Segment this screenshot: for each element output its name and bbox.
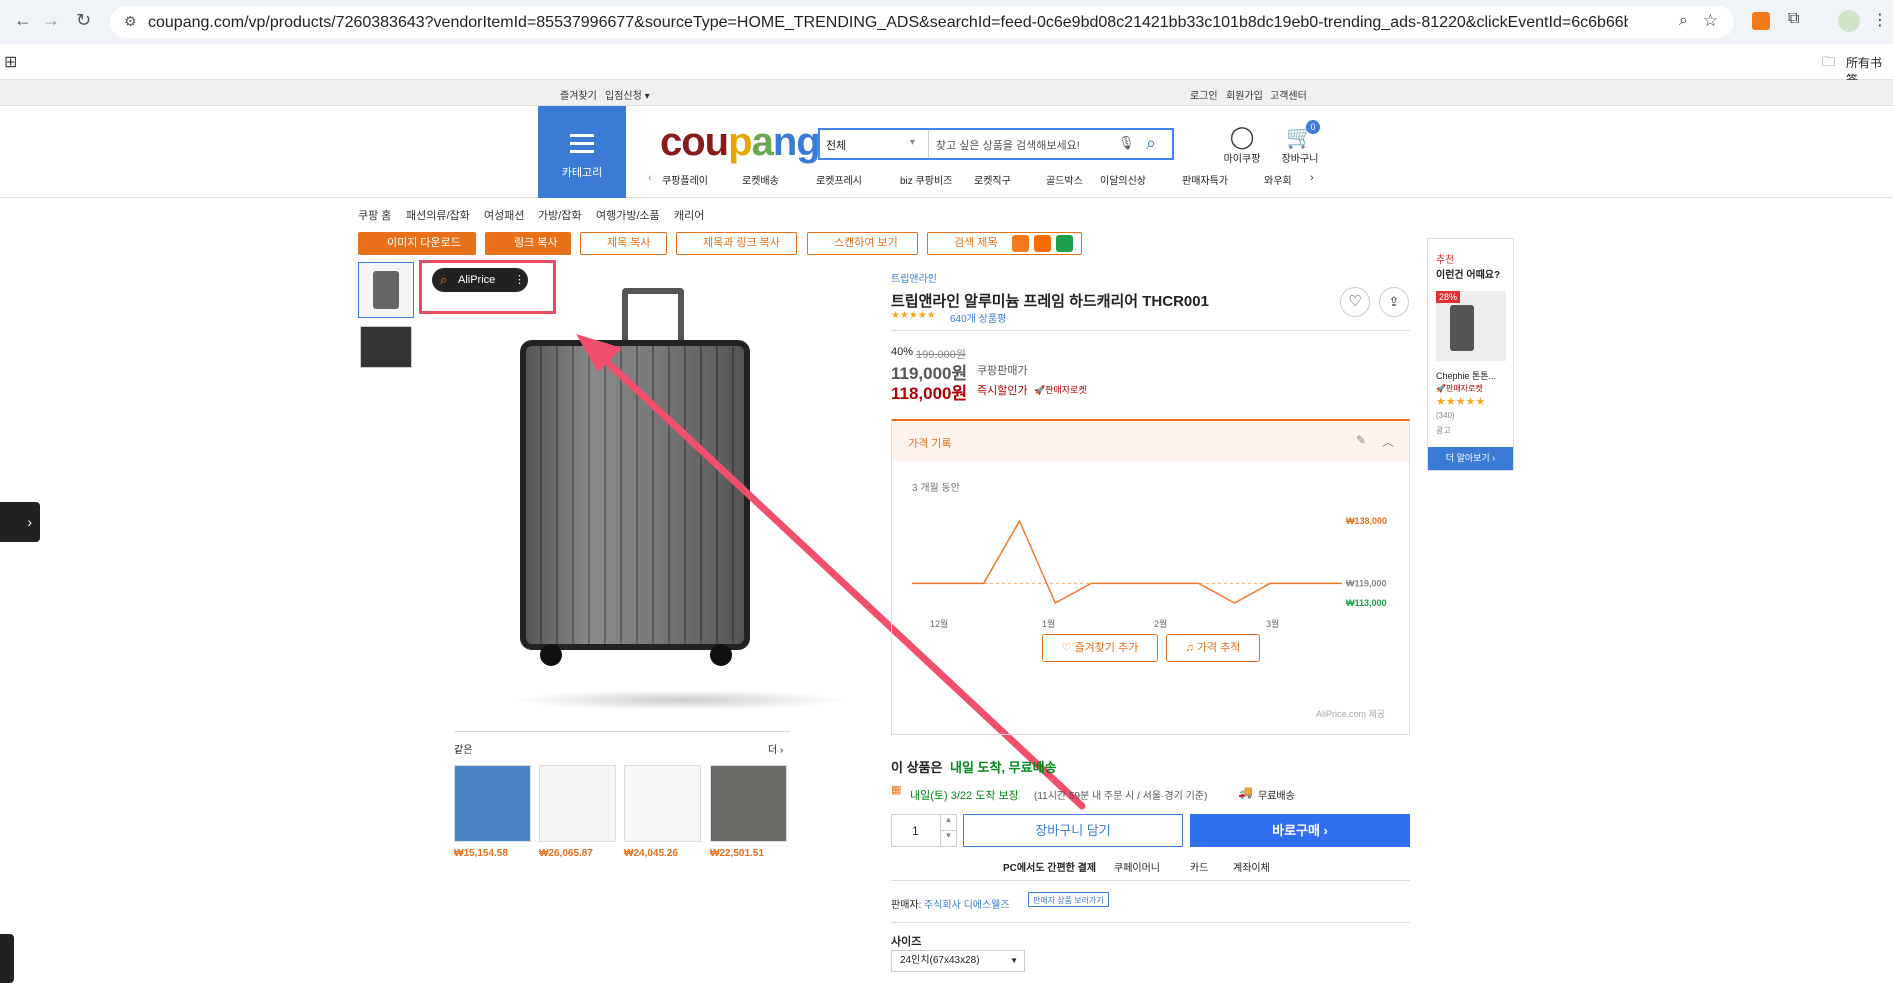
similar-price: ₩26,065.87 — [539, 848, 593, 859]
recommend-name: Chephie 톤톤... — [1436, 371, 1497, 381]
pay-card[interactable]: 카드 — [1190, 859, 1208, 874]
bell-icon: ♫ — [1185, 642, 1197, 654]
option-label: 사이즈 — [891, 936, 922, 948]
brand-link[interactable]: 트립앤라인 — [891, 270, 937, 285]
side-panel-toggle[interactable]: › — [0, 502, 40, 542]
seller-products-link[interactable]: 판매자 상품 보러가기 — [1028, 892, 1109, 907]
x-tick-label: 12월 — [930, 618, 948, 629]
delivery-prefix: 이 상품은 — [891, 760, 943, 775]
calendar-icon: ▦ — [891, 784, 902, 796]
x-tick-label: 2월 — [1154, 618, 1167, 629]
y-tick-label: ₩113,000 — [1346, 598, 1387, 608]
discount-rate: 40% — [891, 346, 914, 358]
quantity-stepper[interactable]: 1 ▲ ▼ — [891, 814, 957, 847]
review-count-link[interactable]: 640개 상품평 — [950, 310, 1006, 325]
delivery-eta-note: (11시간 59분 내 주문 시 / 서울·경기 기준) — [1034, 791, 1208, 802]
chevron-up-icon[interactable]: ︿ — [1382, 433, 1394, 450]
recommend-ad[interactable]: 추천 이런건 어때요? 28% Chephie 톤톤... 🚀판매자로켓 ★★★… — [1427, 238, 1514, 471]
similar-price: ₩15,154.58 — [454, 848, 508, 859]
recommend-tag: 추천 — [1436, 255, 1455, 266]
heart-icon[interactable]: ♡ — [1340, 287, 1370, 317]
pay-transfer[interactable]: 계좌이체 — [1233, 859, 1270, 874]
aliprice-credit: AliPrice.com 제공 — [1316, 709, 1386, 719]
add-to-cart-label: 장바구니 담기 — [1035, 823, 1111, 838]
recommend-discount-badge: 28% — [1436, 291, 1461, 303]
pay-label: PC에서도 간편한 결제 — [1003, 863, 1097, 874]
divider — [891, 330, 1410, 331]
price-history-panel: 가격 기록 ✎ ︿ 3 개월 동안 ₩138,000 ₩119,000 ₩113,0… — [891, 419, 1410, 735]
similar-item[interactable] — [710, 765, 787, 842]
price-history-title: 가격 기록 — [908, 438, 952, 450]
add-to-cart-button[interactable]: 장바구니 담기 — [963, 814, 1183, 847]
price-line — [912, 519, 1342, 605]
add-favorite-label: 즐겨찾기 추가 — [1074, 642, 1139, 654]
size-selected: 24인치(67x43x28) — [900, 955, 980, 966]
buy-now-button[interactable]: 바로구매 › — [1190, 814, 1410, 847]
similar-item[interactable] — [454, 765, 531, 842]
free-shipping: 무료배송 — [1258, 791, 1295, 802]
recommend-title: 이런건 어때요? — [1436, 270, 1501, 281]
delivery-headline: 내일 도착, 무료배송 — [950, 760, 1057, 775]
side-panel-toggle-bottom[interactable] — [0, 934, 14, 983]
seller-label: 판매자: — [891, 900, 922, 911]
add-favorite-button[interactable]: ♡ 즐겨찾기 추가 — [1042, 634, 1158, 662]
buy-now-label: 바로구매 › — [1272, 823, 1328, 838]
product-title: 트립앤라인 알루미늄 프레임 하드캐리어 THCR001 — [891, 293, 1209, 310]
seller-name[interactable]: 주식회사 디에스웰즈 — [924, 896, 1010, 911]
y-tick-label: ₩138,000 — [1346, 516, 1387, 526]
qty-up-icon[interactable]: ▲ — [940, 815, 956, 831]
heart-icon: ♡ — [1061, 642, 1075, 654]
delivery-eta: 내일(토) 3/22 도착 보장 — [910, 790, 1019, 802]
similar-title: 같은 — [454, 745, 473, 756]
rating-stars: ★★★★★ — [891, 310, 936, 321]
recommend-count: (340) — [1436, 411, 1455, 420]
recommend-more-button[interactable]: 더 알아보기 › — [1428, 447, 1513, 470]
recommend-more-label: 더 알아보기 › — [1445, 453, 1496, 463]
range-select[interactable]: 3 개월 동안 — [912, 479, 960, 494]
similar-more-link[interactable]: 더 › — [768, 741, 783, 756]
x-tick-label: 3월 — [1266, 618, 1279, 629]
recommend-stars: ★★★★★ — [1436, 396, 1486, 408]
price-history-header: 가격 기록 ✎ ︿ — [892, 421, 1409, 461]
recommend-image: 28% — [1436, 291, 1506, 361]
edit-icon[interactable]: ✎ — [1356, 433, 1366, 447]
sale-price: 118,000원 — [891, 384, 968, 403]
similar-price: ₩22,501.51 — [710, 848, 764, 859]
caret-down-icon: ▼ — [1010, 956, 1018, 965]
y-tick-label: ₩119,000 — [1346, 578, 1387, 588]
similar-price: ₩24,045.26 — [624, 848, 678, 859]
truck-icon: 🚚 — [1238, 785, 1253, 799]
share-icon[interactable]: ⇪ — [1379, 287, 1409, 317]
x-tick-label: 1월 — [1042, 618, 1055, 629]
similar-item[interactable] — [624, 765, 701, 842]
quantity-value: 1 — [912, 824, 919, 838]
sale-price-label: 즉시할인가 — [977, 385, 1028, 397]
recommend-ad-label: 광고 — [1436, 426, 1451, 435]
pay-coupay[interactable]: 쿠페이머니 — [1114, 859, 1160, 874]
divider — [891, 922, 1410, 923]
divider — [891, 880, 1410, 881]
qty-down-icon[interactable]: ▼ — [940, 831, 956, 847]
price-chart: ₩138,000 ₩119,000 ₩113,000 12월 1월 2월 3월 — [912, 516, 1387, 629]
suitcase-image — [1450, 305, 1474, 351]
similar-item[interactable] — [539, 765, 616, 842]
size-select[interactable]: 24인치(67x43x28) ▼ — [891, 950, 1025, 972]
divider — [454, 731, 790, 732]
coupang-price-label: 쿠팡판매가 — [977, 365, 1028, 377]
track-price-button[interactable]: ♫ 가격 추적 — [1166, 634, 1260, 662]
seller-rocket-badge: 🚀판매자로켓 — [1034, 385, 1087, 395]
track-price-label: 가격 추적 — [1196, 642, 1241, 654]
recommend-rocket: 🚀판매자로켓 — [1436, 384, 1483, 393]
